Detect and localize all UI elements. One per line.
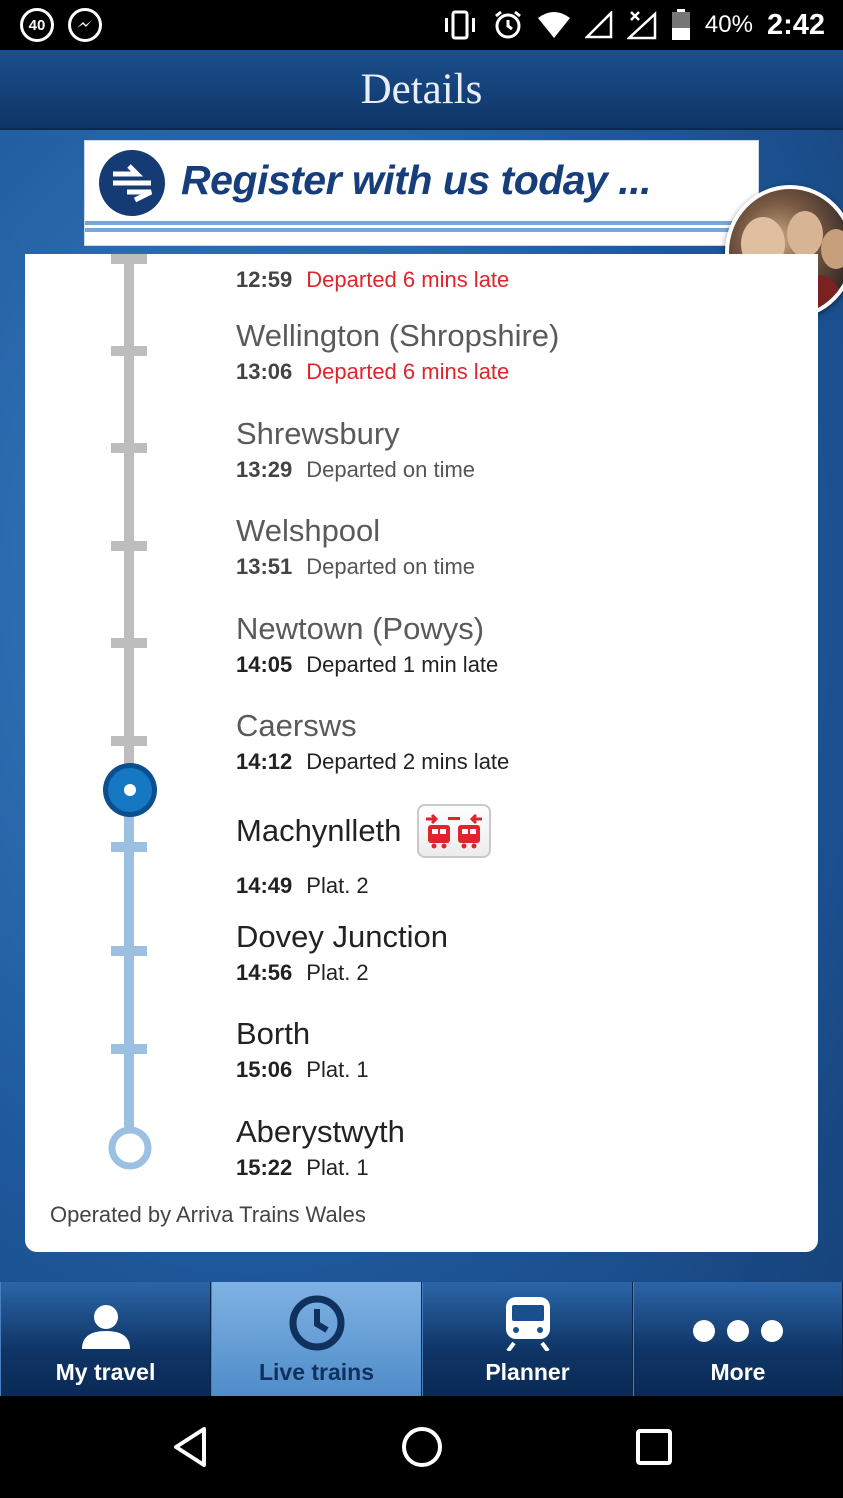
notification-count: 40 bbox=[28, 16, 46, 34]
tab-live-trains[interactable]: Live trains bbox=[211, 1282, 422, 1396]
banner-text: Register with us today ... bbox=[181, 157, 651, 203]
clock: 2:42 bbox=[766, 8, 825, 41]
alarm-icon bbox=[494, 10, 521, 39]
stop-time: 12:59 bbox=[236, 267, 293, 292]
operator-text: Operated by Arriva Trains Wales bbox=[50, 1202, 366, 1227]
stop-time: 14:05 bbox=[236, 652, 293, 677]
stop-time: 13:29 bbox=[236, 457, 293, 482]
vibrate-icon bbox=[444, 10, 475, 40]
stop-name: Welshpool bbox=[236, 513, 381, 548]
back-icon[interactable] bbox=[170, 1426, 210, 1468]
stop-item[interactable]: Caersws 14:12 Departed 2 mins late bbox=[236, 708, 796, 776]
title-bar: Details bbox=[0, 50, 843, 130]
stop-name: Wellington (Shropshire) bbox=[236, 318, 560, 353]
stop-status: Departed on time bbox=[306, 554, 476, 579]
stop-item[interactable]: Wellington (Shropshire) 13:06 Departed 6 … bbox=[236, 318, 796, 386]
more-dots-icon bbox=[693, 1320, 783, 1342]
tab-label: My travel bbox=[55, 1359, 156, 1385]
stop-name: Borth bbox=[236, 1016, 311, 1051]
stop-item[interactable]: Borth 15:06 Plat. 1 bbox=[236, 1016, 796, 1084]
national-rail-logo-icon bbox=[99, 150, 165, 216]
stop-time: 14:56 bbox=[236, 960, 293, 985]
tab-label: Live trains bbox=[258, 1359, 375, 1385]
stop-status: Departed 2 mins late bbox=[306, 749, 510, 774]
recents-icon[interactable] bbox=[634, 1427, 674, 1467]
tab-more[interactable]: More bbox=[633, 1282, 843, 1396]
stop-time: 15:06 bbox=[236, 1057, 293, 1082]
register-banner[interactable]: Register with us today ... bbox=[84, 140, 759, 246]
journey-track bbox=[25, 254, 205, 1252]
stop-item[interactable]: Dovey Junction 14:56 Plat. 2 bbox=[236, 919, 796, 987]
stop-time: 14:12 bbox=[236, 749, 293, 774]
stop-status: Departed on time bbox=[306, 457, 476, 482]
stop-item[interactable]: Newtown (Powys) 14:05 Departed 1 min late bbox=[236, 611, 796, 679]
stop-time: 15:22 bbox=[236, 1155, 293, 1180]
stop-time: 13:06 bbox=[236, 359, 293, 384]
stop-time: 13:51 bbox=[236, 554, 293, 579]
stop-name: Caersws bbox=[236, 708, 357, 743]
status-bar: 40 40% 2:42 bbox=[0, 0, 843, 50]
stop-item[interactable]: Aberystwyth 15:22 Plat. 1 bbox=[236, 1114, 796, 1182]
train-icon bbox=[505, 1297, 550, 1351]
stop-status: Departed 6 mins late bbox=[306, 267, 510, 292]
stop-name: Machynlleth bbox=[236, 813, 402, 848]
signal-no-data-icon bbox=[626, 11, 657, 40]
stop-status: Plat. 1 bbox=[306, 1155, 369, 1180]
page-title: Details bbox=[360, 65, 483, 113]
stop-name: Shrewsbury bbox=[236, 416, 400, 451]
battery-icon bbox=[671, 9, 690, 40]
stop-name: Newtown (Powys) bbox=[236, 611, 485, 646]
journey-details-card: 12:59 Departed 6 mins late Wellington (Sh… bbox=[25, 254, 818, 1252]
system-nav-bar bbox=[0, 1396, 843, 1498]
bottom-tab-bar: My travel Live trains Planner More bbox=[0, 1282, 843, 1396]
stop-status: Departed 6 mins late bbox=[306, 359, 510, 384]
stop-item[interactable]: Welshpool 13:51 Departed on time bbox=[236, 513, 796, 581]
stop-status: Plat. 2 bbox=[306, 873, 369, 898]
train-change-icon[interactable] bbox=[417, 804, 492, 858]
stop-item[interactable]: Shrewsbury 13:29 Departed on time bbox=[236, 416, 796, 484]
wifi-icon bbox=[537, 12, 570, 38]
battery-percent: 40% bbox=[704, 11, 753, 38]
tab-label: More bbox=[710, 1359, 766, 1385]
stop-name: Aberystwyth bbox=[236, 1114, 405, 1149]
stop-status: Plat. 1 bbox=[306, 1057, 369, 1082]
person-icon bbox=[81, 1305, 130, 1349]
home-icon[interactable] bbox=[400, 1425, 444, 1469]
app-screen: Details Register with us today ... 12:59… bbox=[0, 50, 843, 1396]
stop-status: Plat. 2 bbox=[306, 960, 369, 985]
tab-planner[interactable]: Planner bbox=[422, 1282, 633, 1396]
banner-stripes bbox=[85, 221, 758, 241]
clock-icon bbox=[289, 1295, 344, 1351]
stop-time: 14:49 bbox=[236, 873, 293, 898]
stop-item[interactable]: Machynlleth 14:49 Plat. 2 bbox=[236, 804, 796, 900]
stop-status: Departed 1 min late bbox=[306, 652, 499, 677]
messenger-icon bbox=[68, 8, 102, 42]
notification-count-badge: 40 bbox=[20, 8, 54, 42]
tab-label: Planner bbox=[485, 1359, 570, 1385]
tab-my-travel[interactable]: My travel bbox=[0, 1282, 211, 1396]
stop-name: Dovey Junction bbox=[236, 919, 448, 954]
signal-icon bbox=[584, 11, 613, 39]
stop-item[interactable]: 12:59 Departed 6 mins late bbox=[236, 262, 796, 294]
